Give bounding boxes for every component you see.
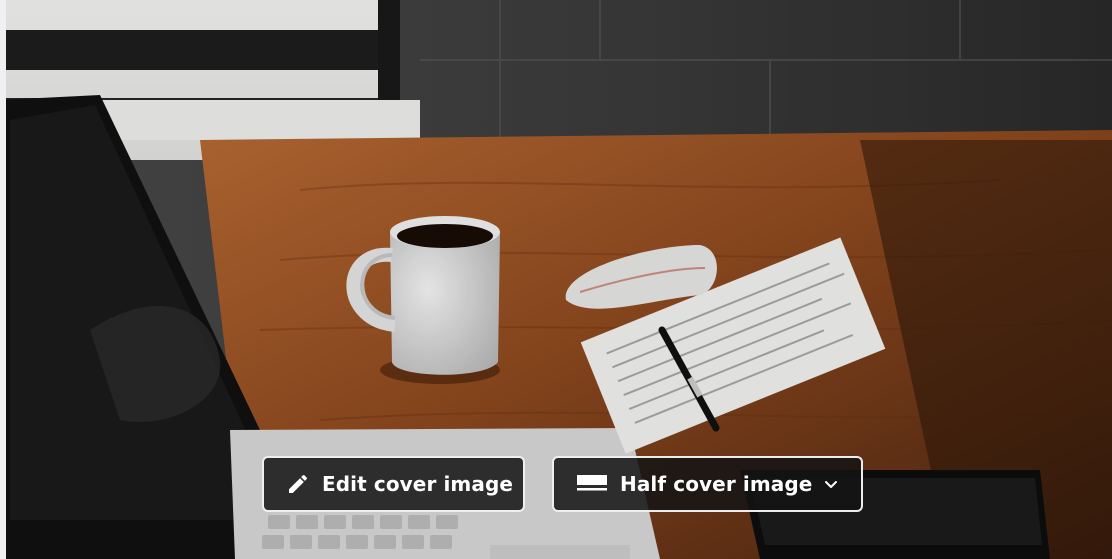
half-cover-image-label: Half cover image	[620, 472, 813, 496]
half-cover-image-dropdown[interactable]: Half cover image	[552, 456, 863, 512]
edit-cover-image-label: Edit cover image	[322, 472, 514, 496]
edit-cover-image-button[interactable]: Edit cover image	[262, 456, 525, 512]
chevron-down-icon	[823, 476, 839, 492]
pencil-icon	[286, 472, 310, 496]
page-edge	[0, 0, 6, 559]
half-cover-layout-icon	[576, 474, 608, 494]
